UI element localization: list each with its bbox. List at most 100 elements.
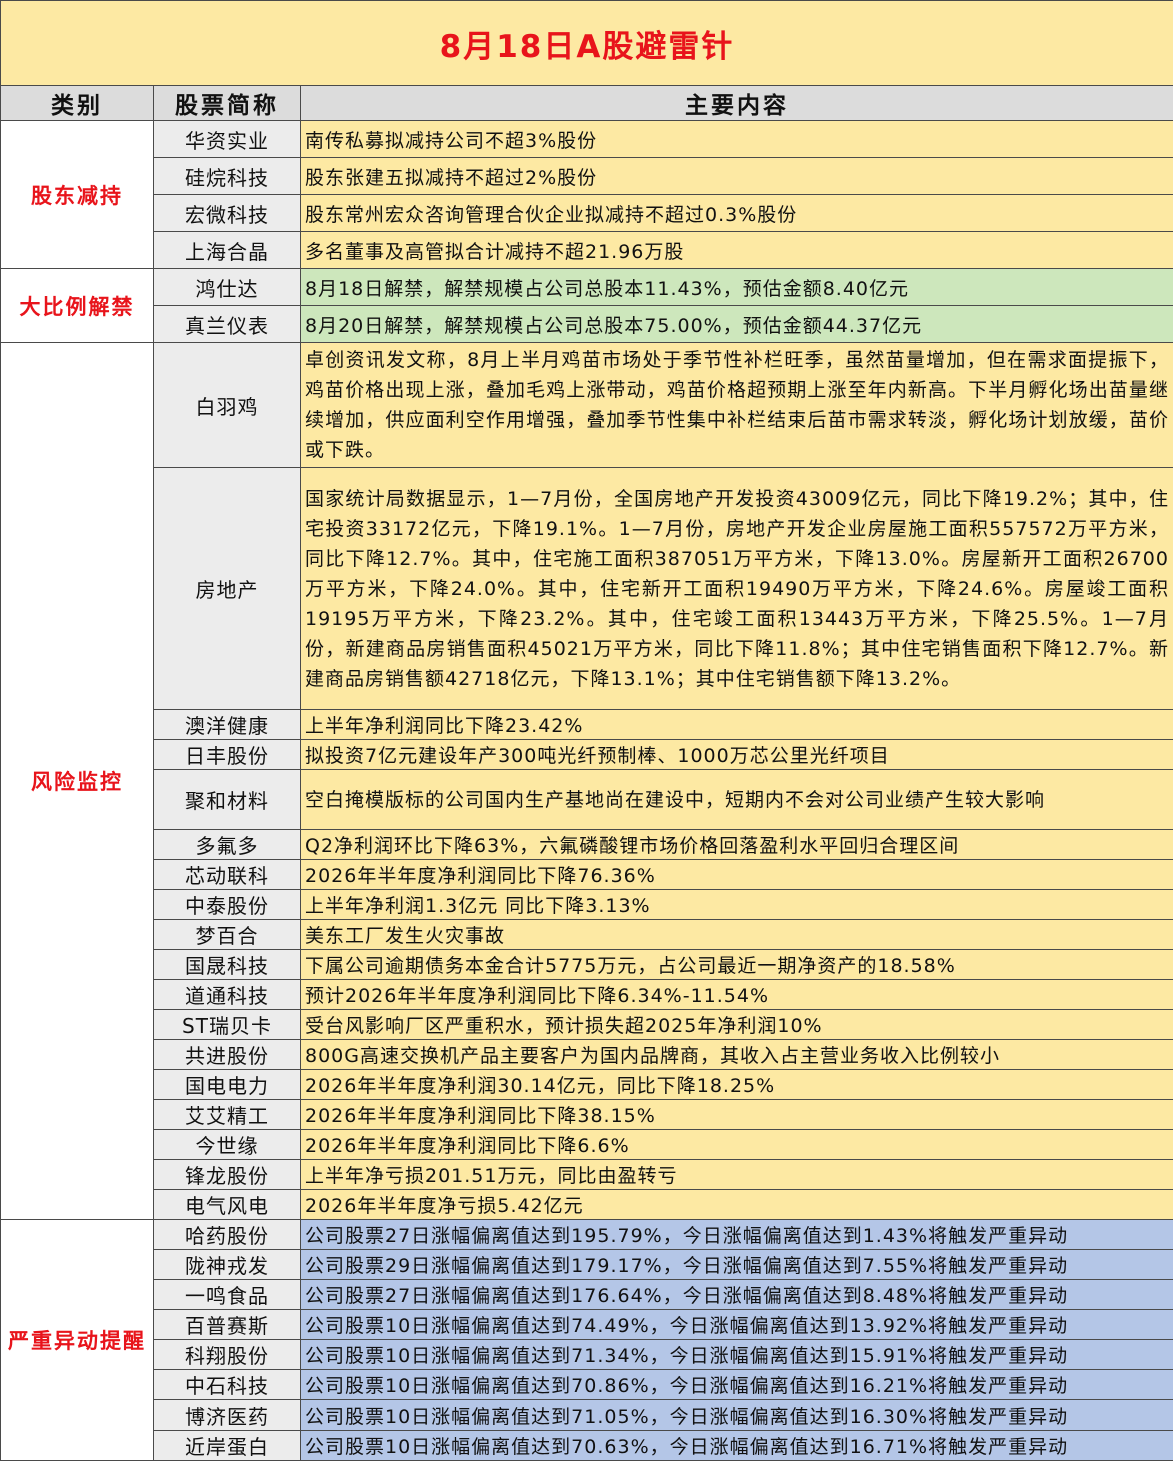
stock-name-cell: 近岸蛋白 bbox=[154, 1431, 301, 1461]
title-row: 8月18日A股避雷针 bbox=[1, 1, 1173, 86]
stock-name-cell: 锋龙股份 bbox=[154, 1160, 301, 1190]
header-content: 主要内容 bbox=[301, 86, 1173, 121]
table-row: 风险监控白羽鸡卓创资讯发文称，8月上半月鸡苗市场处于季节性补栏旺季，虽然苗量增加… bbox=[1, 343, 1173, 468]
stock-name-cell: 电气风电 bbox=[154, 1190, 301, 1220]
content-cell: 上半年净利润1.3亿元 同比下降3.13% bbox=[301, 890, 1173, 920]
table-row: 国晟科技下属公司逾期债务本金合计5775万元，占公司最近一期净资产的18.58% bbox=[1, 950, 1173, 980]
risk-table-body: 8月18日A股避雷针 类别 股票简称 主要内容 股东减持华资实业南传私募拟减持公… bbox=[1, 1, 1173, 1461]
table-row: 一鸣食品公司股票27日涨幅偏离值达到176.64%，今日涨幅偏离值达到8.48%… bbox=[1, 1280, 1173, 1310]
stock-name-cell: 艾艾精工 bbox=[154, 1100, 301, 1130]
content-cell: 股东常州宏众咨询管理合伙企业拟减持不超过0.3%股份 bbox=[301, 195, 1173, 232]
table-row: 中石科技公司股票10日涨幅偏离值达到70.86%，今日涨幅偏离值达到16.21%… bbox=[1, 1370, 1173, 1400]
table-row: 房地产国家统计局数据显示，1—7月份，全国房地产开发投资43009亿元，同比下降… bbox=[1, 468, 1173, 710]
table-row: 科翔股份公司股票10日涨幅偏离值达到71.34%，今日涨幅偏离值达到15.91%… bbox=[1, 1340, 1173, 1370]
content-cell: 公司股票27日涨幅偏离值达到195.79%，今日涨幅偏离值达到1.43%将触发严… bbox=[301, 1220, 1173, 1250]
table-row: 多氟多Q2净利润环比下降63%，六氟磷酸锂市场价格回落盈利水平回归合理区间 bbox=[1, 830, 1173, 860]
stock-name-cell: 国晟科技 bbox=[154, 950, 301, 980]
stock-name-cell: 梦百合 bbox=[154, 920, 301, 950]
table-row: 艾艾精工2026年半年度净利润同比下降38.15% bbox=[1, 1100, 1173, 1130]
table-row: 宏微科技股东常州宏众咨询管理合伙企业拟减持不超过0.3%股份 bbox=[1, 195, 1173, 232]
content-cell: 2026年半年度净利润同比下降6.6% bbox=[301, 1130, 1173, 1160]
header-row: 类别 股票简称 主要内容 bbox=[1, 86, 1173, 121]
table-row: ST瑞贝卡受台风影响厂区严重积水，预计损失超2025年净利润10% bbox=[1, 1010, 1173, 1040]
stock-name-cell: 硅烷科技 bbox=[154, 158, 301, 195]
content-cell: 受台风影响厂区严重积水，预计损失超2025年净利润10% bbox=[301, 1010, 1173, 1040]
stock-name-cell: 国电电力 bbox=[154, 1070, 301, 1100]
stock-name-cell: 宏微科技 bbox=[154, 195, 301, 232]
risk-table: 8月18日A股避雷针 类别 股票简称 主要内容 股东减持华资实业南传私募拟减持公… bbox=[0, 0, 1173, 1461]
stock-name-cell: 道通科技 bbox=[154, 980, 301, 1010]
content-cell: 2026年半年度净利润30.14亿元，同比下降18.25% bbox=[301, 1070, 1173, 1100]
content-cell: 多名董事及高管拟合计减持不超21.96万股 bbox=[301, 232, 1173, 269]
content-cell: Q2净利润环比下降63%，六氟磷酸锂市场价格回落盈利水平回归合理区间 bbox=[301, 830, 1173, 860]
table-row: 国电电力2026年半年度净利润30.14亿元，同比下降18.25% bbox=[1, 1070, 1173, 1100]
content-cell: 公司股票10日涨幅偏离值达到70.63%，今日涨幅偏离值达到16.71%将触发严… bbox=[301, 1431, 1173, 1461]
content-cell: 公司股票29日涨幅偏离值达到179.17%，今日涨幅偏离值达到7.55%将触发严… bbox=[301, 1250, 1173, 1280]
table-row: 今世缘2026年半年度净利润同比下降6.6% bbox=[1, 1130, 1173, 1160]
table-row: 锋龙股份上半年净亏损201.51万元，同比由盈转亏 bbox=[1, 1160, 1173, 1190]
content-cell: 2026年半年度净利润同比下降76.36% bbox=[301, 860, 1173, 890]
header-category: 类别 bbox=[1, 86, 154, 121]
content-cell: 国家统计局数据显示，1—7月份，全国房地产开发投资43009亿元，同比下降19.… bbox=[301, 468, 1173, 710]
table-row: 电气风电2026年半年度净亏损5.42亿元 bbox=[1, 1190, 1173, 1220]
content-cell: 下属公司逾期债务本金合计5775万元，占公司最近一期净资产的18.58% bbox=[301, 950, 1173, 980]
content-cell: 南传私募拟减持公司不超3%股份 bbox=[301, 121, 1173, 158]
content-cell: 2026年半年度净亏损5.42亿元 bbox=[301, 1190, 1173, 1220]
table-row: 聚和材料空白掩模版标的公司国内生产基地尚在建设中，短期内不会对公司业绩产生较大影… bbox=[1, 770, 1173, 830]
stock-name-cell: 今世缘 bbox=[154, 1130, 301, 1160]
table-row: 上海合晶多名董事及高管拟合计减持不超21.96万股 bbox=[1, 232, 1173, 269]
content-cell: 美东工厂发生火灾事故 bbox=[301, 920, 1173, 950]
content-cell: 8月18日解禁，解禁规模占公司总股本11.43%，预估金额8.40亿元 bbox=[301, 269, 1173, 306]
table-row: 严重异动提醒哈药股份公司股票27日涨幅偏离值达到195.79%，今日涨幅偏离值达… bbox=[1, 1220, 1173, 1250]
content-cell: 公司股票10日涨幅偏离值达到70.86%，今日涨幅偏离值达到16.21%将触发严… bbox=[301, 1370, 1173, 1400]
stock-name-cell: 澳洋健康 bbox=[154, 710, 301, 740]
table-row: 日丰股份拟投资7亿元建设年产300吨光纤预制棒、1000万芯公里光纤项目 bbox=[1, 740, 1173, 770]
stock-name-cell: 真兰仪表 bbox=[154, 306, 301, 343]
stock-name-cell: 科翔股份 bbox=[154, 1340, 301, 1370]
content-cell: 卓创资讯发文称，8月上半月鸡苗市场处于季节性补栏旺季，虽然苗量增加，但在需求面提… bbox=[301, 343, 1173, 468]
stock-name-cell: 上海合晶 bbox=[154, 232, 301, 269]
stock-name-cell: 聚和材料 bbox=[154, 770, 301, 830]
stock-name-cell: 中石科技 bbox=[154, 1370, 301, 1400]
stock-name-cell: 芯动联科 bbox=[154, 860, 301, 890]
stock-name-cell: 多氟多 bbox=[154, 830, 301, 860]
content-cell: 股东张建五拟减持不超过2%股份 bbox=[301, 158, 1173, 195]
content-cell: 800G高速交换机产品主要客户为国内品牌商，其收入占主营业务收入比例较小 bbox=[301, 1040, 1173, 1070]
stock-name-cell: 白羽鸡 bbox=[154, 343, 301, 468]
stock-name-cell: 百普赛斯 bbox=[154, 1310, 301, 1340]
table-row: 近岸蛋白公司股票10日涨幅偏离值达到70.63%，今日涨幅偏离值达到16.71%… bbox=[1, 1431, 1173, 1461]
content-cell: 公司股票10日涨幅偏离值达到74.49%，今日涨幅偏离值达到13.92%将触发严… bbox=[301, 1310, 1173, 1340]
content-cell: 8月20日解禁，解禁规模占公司总股本75.00%，预估金额44.37亿元 bbox=[301, 306, 1173, 343]
stock-name-cell: 一鸣食品 bbox=[154, 1280, 301, 1310]
content-cell: 公司股票10日涨幅偏离值达到71.05%，今日涨幅偏离值达到16.30%将触发严… bbox=[301, 1400, 1173, 1431]
header-stock: 股票简称 bbox=[154, 86, 301, 121]
table-row: 陇神戎发公司股票29日涨幅偏离值达到179.17%，今日涨幅偏离值达到7.55%… bbox=[1, 1250, 1173, 1280]
category-cell: 严重异动提醒 bbox=[1, 1220, 154, 1461]
table-row: 共进股份800G高速交换机产品主要客户为国内品牌商，其收入占主营业务收入比例较小 bbox=[1, 1040, 1173, 1070]
stock-name-cell: 华资实业 bbox=[154, 121, 301, 158]
stock-name-cell: 日丰股份 bbox=[154, 740, 301, 770]
table-row: 大比例解禁鸿仕达8月18日解禁，解禁规模占公司总股本11.43%，预估金额8.4… bbox=[1, 269, 1173, 306]
category-cell: 风险监控 bbox=[1, 343, 154, 1220]
stock-name-cell: 哈药股份 bbox=[154, 1220, 301, 1250]
stock-name-cell: 房地产 bbox=[154, 468, 301, 710]
table-row: 澳洋健康上半年净利润同比下降23.42% bbox=[1, 710, 1173, 740]
content-cell: 上半年净亏损201.51万元，同比由盈转亏 bbox=[301, 1160, 1173, 1190]
table-row: 博济医药公司股票10日涨幅偏离值达到71.05%，今日涨幅偏离值达到16.30%… bbox=[1, 1400, 1173, 1431]
stock-name-cell: 共进股份 bbox=[154, 1040, 301, 1070]
table-row: 真兰仪表8月20日解禁，解禁规模占公司总股本75.00%，预估金额44.37亿元 bbox=[1, 306, 1173, 343]
stock-name-cell: ST瑞贝卡 bbox=[154, 1010, 301, 1040]
content-cell: 公司股票10日涨幅偏离值达到71.34%，今日涨幅偏离值达到15.91%将触发严… bbox=[301, 1340, 1173, 1370]
content-cell: 拟投资7亿元建设年产300吨光纤预制棒、1000万芯公里光纤项目 bbox=[301, 740, 1173, 770]
table-row: 硅烷科技股东张建五拟减持不超过2%股份 bbox=[1, 158, 1173, 195]
stock-name-cell: 鸿仕达 bbox=[154, 269, 301, 306]
stock-name-cell: 中泰股份 bbox=[154, 890, 301, 920]
table-row: 中泰股份上半年净利润1.3亿元 同比下降3.13% bbox=[1, 890, 1173, 920]
content-cell: 空白掩模版标的公司国内生产基地尚在建设中，短期内不会对公司业绩产生较大影响 bbox=[301, 770, 1173, 830]
page-title: 8月18日A股避雷针 bbox=[1, 1, 1173, 86]
stock-name-cell: 陇神戎发 bbox=[154, 1250, 301, 1280]
content-cell: 公司股票27日涨幅偏离值达到176.64%，今日涨幅偏离值达到8.48%将触发严… bbox=[301, 1280, 1173, 1310]
category-cell: 大比例解禁 bbox=[1, 269, 154, 343]
content-cell: 2026年半年度净利润同比下降38.15% bbox=[301, 1100, 1173, 1130]
table-row: 股东减持华资实业南传私募拟减持公司不超3%股份 bbox=[1, 121, 1173, 158]
